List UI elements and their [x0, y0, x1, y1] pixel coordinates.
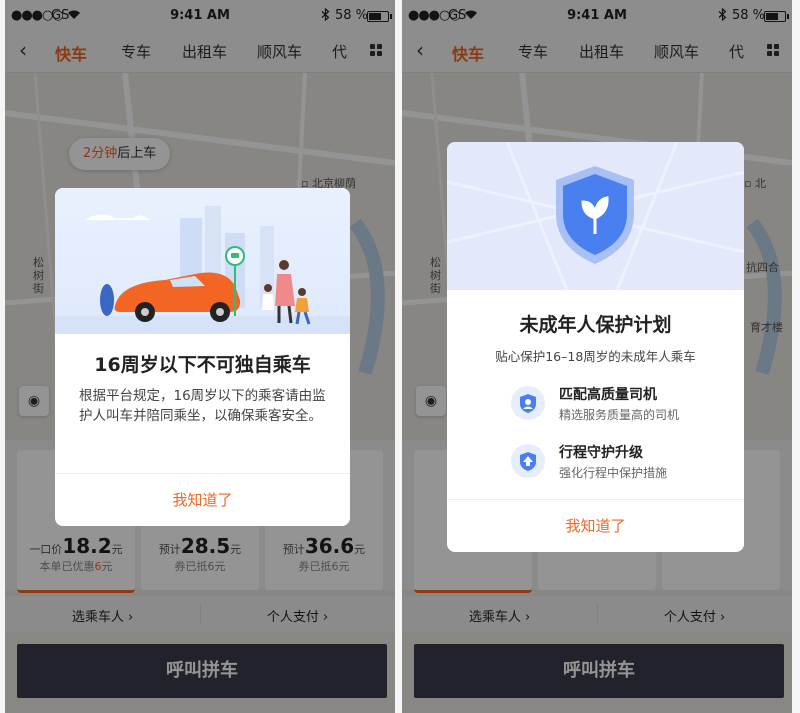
screen-left: ●●●○○ GS 9:41 AM 58 % ‹ 快车 专车 出租车 顺风车 代	[5, 0, 395, 713]
modal-title: 16周岁以下不可独自乘车	[94, 354, 311, 376]
age-restriction-modal: 16周岁以下不可独自乘车 根据平台规定，16周岁以下的乘客请由监护人叫车并陪同乘…	[55, 188, 350, 526]
modal-subtitle: 贴心保护16–18周岁的未成年人乘车	[495, 349, 696, 364]
shield-illustration	[447, 142, 744, 290]
confirm-button[interactable]: 我知道了	[447, 499, 744, 552]
modal-title: 未成年人保护计划	[519, 314, 672, 336]
screen-right: ●●●○○ GS 9:41 AM 58 % ‹ 快车 专车 出租车 顺风车 代	[402, 0, 792, 713]
shield-up-icon	[511, 444, 545, 478]
modal-body: 根据平台规定，16周岁以下的乘客请由监护人叫车并陪同乘坐，以确保乘客安全。	[79, 388, 326, 424]
feature-trip-guard: 行程守护升级 强化行程中保护措施	[511, 440, 731, 484]
confirm-button[interactable]: 我知道了	[55, 473, 350, 526]
family-car-illustration	[55, 188, 350, 334]
feature-title: 匹配高质量司机	[559, 387, 657, 403]
driver-badge-icon	[511, 386, 545, 420]
minor-protection-modal: 未成年人保护计划 贴心保护16–18周岁的未成年人乘车 匹配高质量司机 精选服务…	[447, 142, 744, 552]
feature-desc: 精选服务质量高的司机	[559, 408, 680, 422]
feature-title: 行程守护升级	[559, 445, 643, 461]
feature-desc: 强化行程中保护措施	[559, 466, 668, 480]
feature-quality-driver: 匹配高质量司机 精选服务质量高的司机	[511, 382, 731, 426]
